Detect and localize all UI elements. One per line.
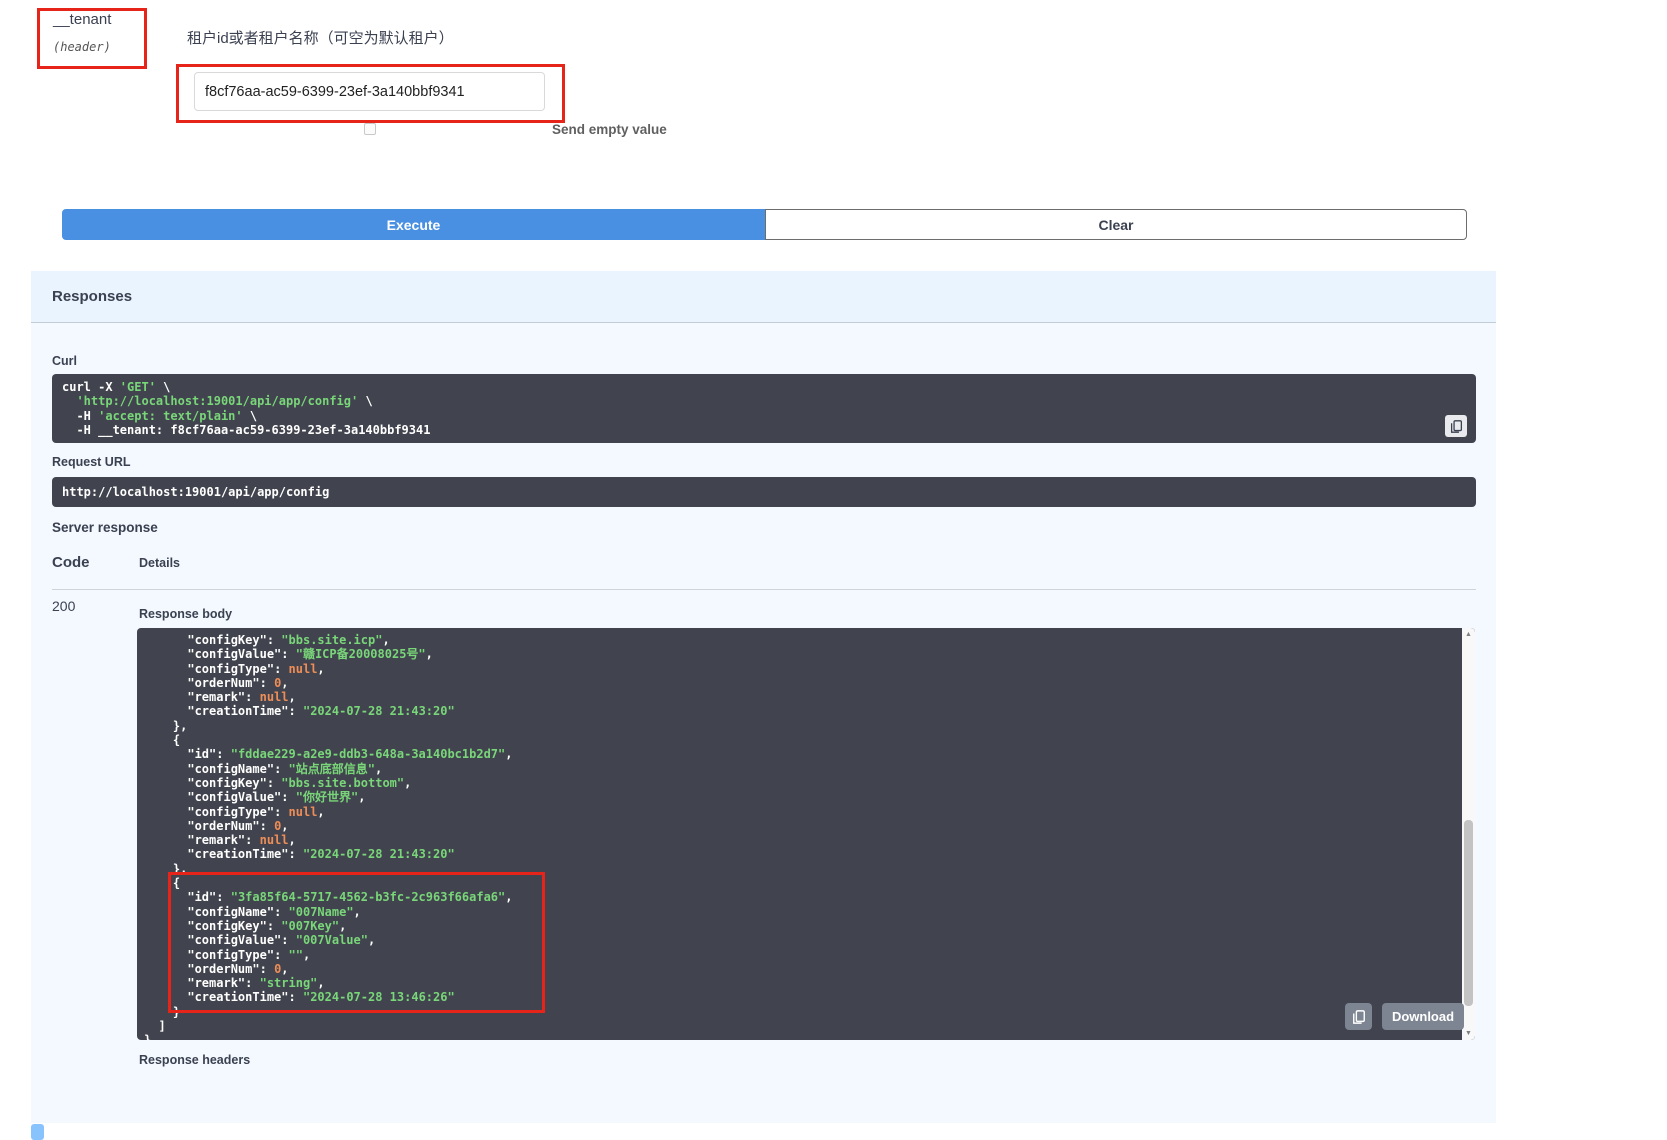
clear-button[interactable]: Clear <box>765 209 1467 240</box>
response-body-json: "configKey": "bbs.site.icp", "configValu… <box>144 633 1455 1040</box>
responses-section-header: Responses <box>31 271 1496 323</box>
curl-command: curl -X 'GET' \ 'http://localhost:19001/… <box>62 380 1466 437</box>
send-empty-value-label: Send empty value <box>552 122 667 137</box>
parameter-description: 租户id或者租户名称（可空为默认租户） <box>187 27 454 48</box>
code-column-header: Code <box>52 554 90 571</box>
swagger-operation-panel: __tenant (header) 租户id或者租户名称（可空为默认租户） Se… <box>0 0 1667 1140</box>
response-body-block: "configKey": "bbs.site.icp", "configValu… <box>137 628 1475 1040</box>
copy-to-clipboard-icon[interactable] <box>1445 415 1467 437</box>
scrollbar-thumb[interactable] <box>1464 820 1473 1006</box>
parameter-location: (header) <box>53 40 111 54</box>
copy-response-icon[interactable] <box>1345 1003 1372 1030</box>
clipboard-icon <box>1352 1010 1366 1024</box>
response-body-scrollbar[interactable]: ▲ ▼ <box>1462 628 1475 1040</box>
request-url-label: Request URL <box>52 455 130 469</box>
details-column-header: Details <box>139 556 180 570</box>
execute-button[interactable]: Execute <box>62 209 765 240</box>
responses-title: Responses <box>52 288 132 305</box>
clipboard-icon <box>1450 420 1463 433</box>
response-body-label: Response body <box>139 607 232 621</box>
server-response-label: Server response <box>52 520 158 535</box>
download-button[interactable]: Download <box>1382 1003 1464 1030</box>
send-empty-value-checkbox[interactable] <box>364 123 376 135</box>
tenant-input[interactable] <box>194 72 545 111</box>
request-url-block: http://localhost:19001/api/app/config <box>52 477 1476 507</box>
request-url-value: http://localhost:19001/api/app/config <box>62 485 1466 499</box>
next-operation-fragment <box>31 1124 44 1140</box>
status-code: 200 <box>52 598 75 614</box>
curl-label: Curl <box>52 354 77 368</box>
table-header-divider <box>52 589 1476 590</box>
parameter-name: __tenant <box>53 11 111 28</box>
scrollbar-up-icon[interactable]: ▲ <box>1462 628 1475 641</box>
response-headers-label: Response headers <box>139 1053 250 1067</box>
scrollbar-down-icon[interactable]: ▼ <box>1462 1027 1475 1040</box>
curl-code-block: curl -X 'GET' \ 'http://localhost:19001/… <box>52 374 1476 443</box>
